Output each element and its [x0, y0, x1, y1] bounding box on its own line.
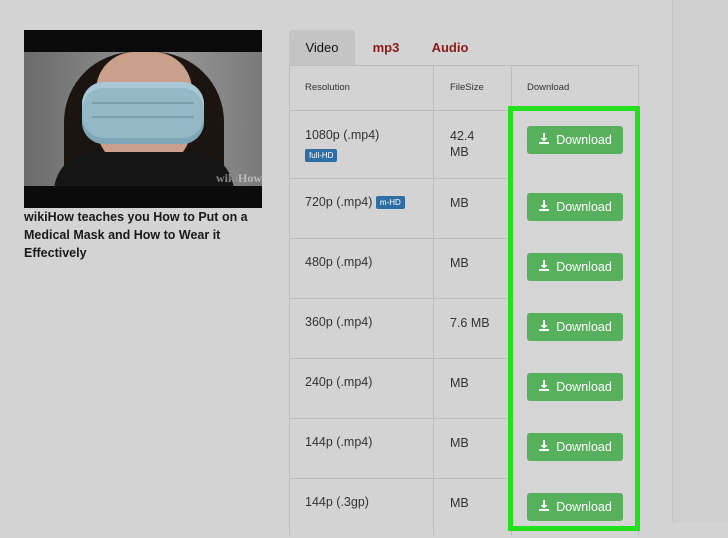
mask-image: [82, 82, 204, 144]
download-button[interactable]: Download: [527, 313, 623, 341]
table-row: 144p (.3gp) MB: [290, 478, 512, 538]
header-download: Download: [527, 82, 570, 93]
page-right-margin: [672, 0, 728, 522]
filesize-cell: 7.6 MB: [450, 316, 490, 330]
header-resolution: Resolution: [305, 82, 350, 93]
resolution-cell: 240p (.mp4): [305, 375, 373, 389]
video-thumbnail[interactable]: wikiHow: [24, 30, 262, 208]
download-icon: [538, 254, 550, 282]
download-icon: [538, 494, 550, 522]
resolution-cell: 1080p (.mp4): [305, 128, 380, 142]
wikihow-watermark: wikiHow: [215, 171, 262, 185]
download-icon: [538, 194, 550, 222]
table-row: 240p (.mp4) MB: [290, 358, 512, 419]
quality-badge: full-HD: [305, 149, 338, 163]
table-row: 144p (.mp4) MB: [290, 418, 512, 479]
filesize-cell: MB: [450, 196, 469, 210]
download-button[interactable]: Download: [527, 126, 623, 154]
table-row: 1080p (.mp4) full-HD 42.4 MB: [290, 110, 512, 179]
resolution-cell: 144p (.3gp): [305, 495, 369, 509]
download-icon: [538, 374, 550, 402]
video-title: wikiHow teaches you How to Put on a Medi…: [24, 210, 248, 260]
tab-video[interactable]: Video: [289, 30, 355, 65]
table-header: Resolution FileSize Download: [290, 66, 638, 111]
download-button[interactable]: Download: [527, 373, 623, 401]
download-icon: [538, 434, 550, 462]
filesize-cell: MB: [450, 496, 469, 510]
download-button[interactable]: Download: [527, 193, 623, 221]
download-button[interactable]: Download: [527, 433, 623, 461]
resolution-cell: 144p (.mp4): [305, 435, 373, 449]
download-icon: [538, 127, 550, 155]
tab-audio[interactable]: Audio: [423, 30, 477, 65]
filesize-cell: MB: [450, 436, 469, 450]
download-button[interactable]: Download: [527, 493, 623, 521]
quality-badge: m-HD: [375, 196, 405, 210]
table-row: 480p (.mp4) MB: [290, 238, 512, 299]
resolution-cell: 720p (.mp4): [305, 195, 373, 209]
table-row: 720p (.mp4) m-HD MB: [290, 178, 512, 239]
filesize-cell: MB: [450, 376, 469, 390]
header-filesize: FileSize: [450, 82, 484, 93]
filesize-cell: MB: [450, 256, 469, 270]
download-icon: [538, 314, 550, 342]
download-button[interactable]: Download: [527, 253, 623, 281]
resolution-cell: 360p (.mp4): [305, 315, 373, 329]
filesize-cell: 42.4 MB: [450, 129, 475, 159]
table-row: 360p (.mp4) 7.6 MB: [290, 298, 512, 359]
tab-mp3[interactable]: mp3: [361, 30, 411, 65]
resolution-cell: 480p (.mp4): [305, 255, 373, 269]
